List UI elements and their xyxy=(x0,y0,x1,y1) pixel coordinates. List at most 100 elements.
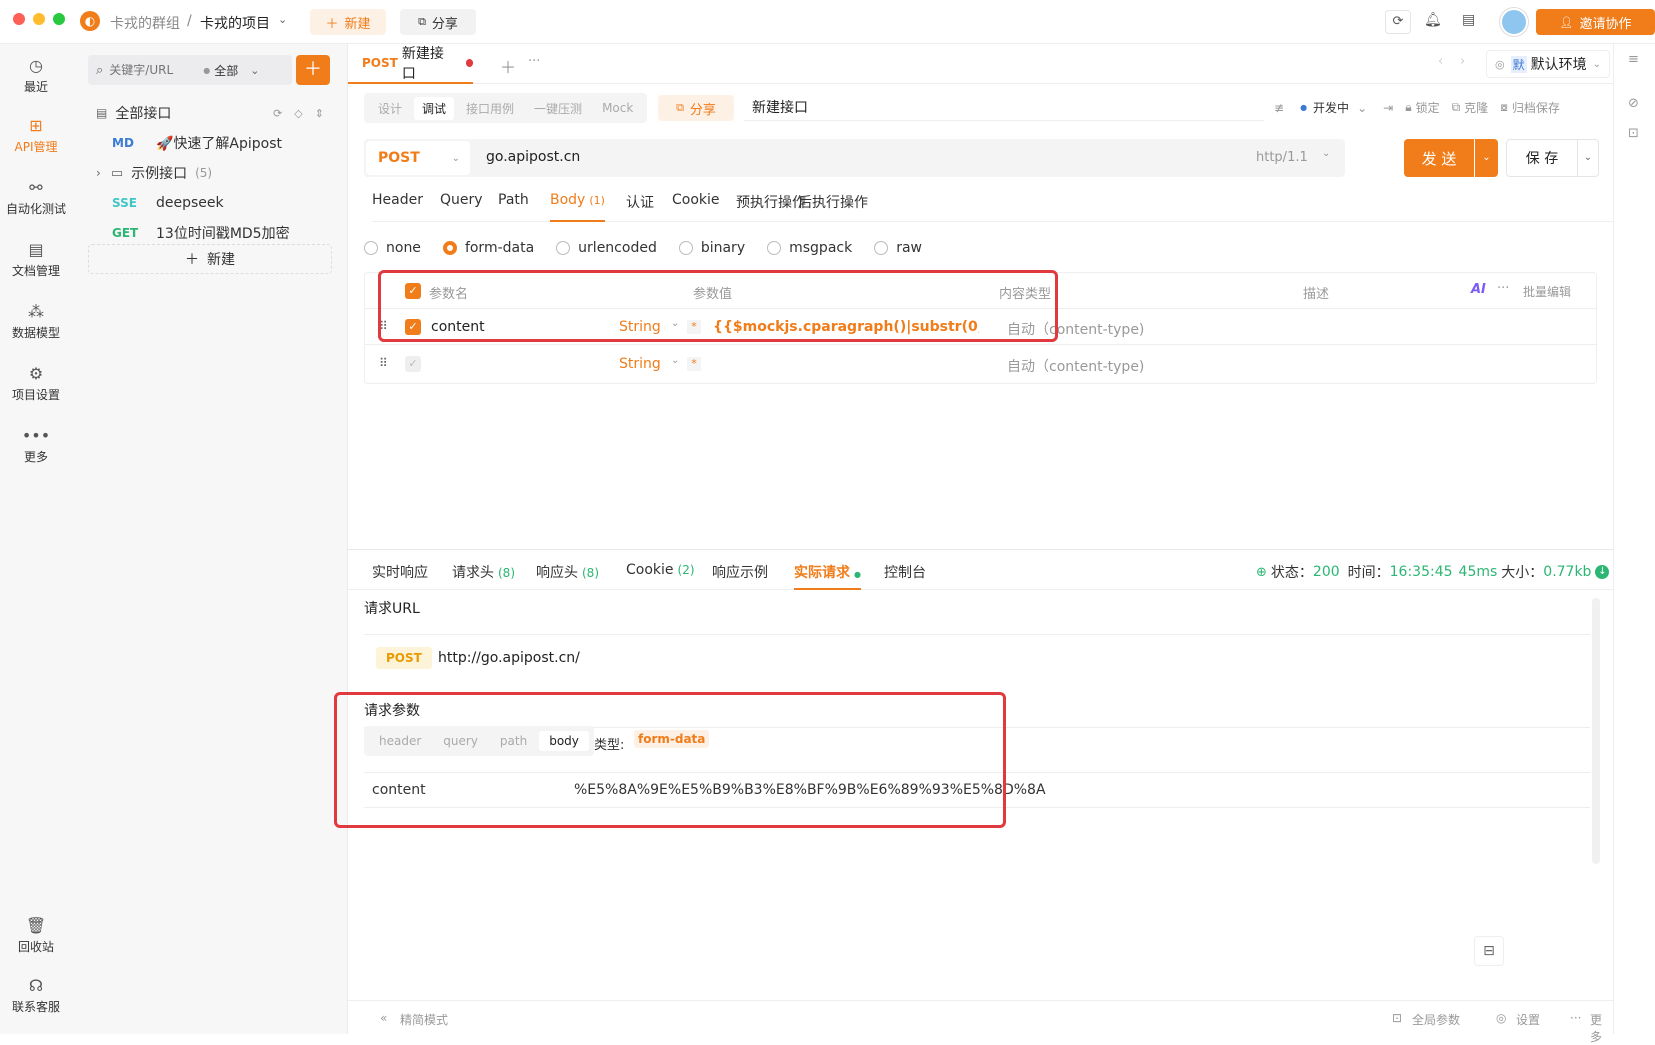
menu-icon[interactable]: ≡ xyxy=(1628,52,1639,67)
response-tab[interactable]: 控制台 xyxy=(884,562,926,590)
protocol-select[interactable]: http/1.1 xyxy=(1256,150,1308,165)
more-button[interactable]: 更多 xyxy=(1590,1011,1613,1045)
group-name[interactable]: 卡戎的群组 xyxy=(110,13,180,33)
scrollbar[interactable] xyxy=(1592,598,1600,864)
chevron-right-icon[interactable]: › xyxy=(96,166,101,180)
body-type-raw[interactable]: raw xyxy=(874,240,922,256)
request-tab[interactable]: 后执行操作 xyxy=(798,192,868,222)
response-tab[interactable]: 响应示例 xyxy=(712,562,768,590)
more-icon[interactable]: ··· xyxy=(528,54,540,69)
api-name-field[interactable]: 新建接口 xyxy=(744,95,1264,121)
tree-item[interactable]: MD 🚀快速了解Apipost xyxy=(72,128,348,158)
tree-root[interactable]: ▤ 全部接口 ⟳◇⇕ xyxy=(96,100,336,126)
body-type-urlencoded[interactable]: urlencoded xyxy=(556,240,657,256)
body-type-none[interactable]: none xyxy=(364,240,421,256)
body-type-form-data[interactable]: form-data xyxy=(442,240,534,256)
nav-settings[interactable]: ⚙ 项目设置 xyxy=(0,364,72,403)
response-tab[interactable]: 实际请求 ● xyxy=(794,562,861,590)
required-icon[interactable]: * xyxy=(687,357,701,371)
request-tab[interactable]: Path xyxy=(498,192,529,222)
project-name[interactable]: 卡戎的项目 xyxy=(200,13,270,33)
layout-icon[interactable]: ⊟ xyxy=(1474,936,1504,966)
method-select[interactable]: POST ⌄ xyxy=(366,141,470,175)
param-type-select[interactable]: String xyxy=(619,356,661,372)
new-button[interactable]: ＋新建 xyxy=(310,9,386,35)
request-tab[interactable]: Body (1) xyxy=(550,192,605,222)
bell-icon[interactable]: 🔔︎ xyxy=(1424,12,1442,28)
maximize-window-button[interactable] xyxy=(53,13,65,25)
request-tab[interactable]: Header xyxy=(372,192,423,222)
close-window-button[interactable] xyxy=(13,13,25,25)
clone-button[interactable]: 克隆 xyxy=(1464,99,1488,116)
request-tab[interactable]: Cookie xyxy=(672,192,720,222)
format-icon[interactable]: ≢ xyxy=(1274,101,1284,115)
chevron-down-icon[interactable]: ⌄ xyxy=(1357,101,1367,115)
mode-tab[interactable]: 调试 xyxy=(414,96,455,120)
filter-select[interactable]: 全部 xyxy=(214,62,238,79)
notes-icon[interactable]: ▤ xyxy=(1462,12,1475,28)
minimize-window-button[interactable] xyxy=(33,13,45,25)
body-type-binary[interactable]: binary xyxy=(678,240,745,256)
global-params-button[interactable]: 全局参数 xyxy=(1412,1011,1460,1028)
tree-folder[interactable]: › ▭ 示例接口 (5) xyxy=(72,158,348,188)
add-api-button[interactable]: ＋ xyxy=(296,55,330,85)
bulk-edit-button[interactable]: 批量编辑 xyxy=(1523,283,1571,300)
nav-doc[interactable]: ▤ 文档管理 xyxy=(0,240,72,279)
tree-item[interactable]: SSE deepseek xyxy=(72,188,348,218)
send-options-chevron-icon[interactable]: ⌄ xyxy=(1475,139,1498,177)
chevron-down-icon[interactable]: ⌄ xyxy=(1322,148,1330,159)
collapse-icon[interactable]: ⇥ xyxy=(1383,101,1393,115)
request-tab[interactable]: Query xyxy=(440,192,483,222)
save-button[interactable]: 保 存 xyxy=(1506,139,1578,177)
chevron-right-icon[interactable]: › xyxy=(1460,54,1465,69)
save-options-chevron-icon[interactable]: ⌄ xyxy=(1577,139,1599,177)
mode-tab[interactable]: 一键压测 xyxy=(526,97,590,120)
response-tab[interactable]: 实时响应 xyxy=(372,562,428,590)
response-tab[interactable]: Cookie (2) xyxy=(626,562,695,590)
tab-new-api[interactable]: POST 新建接口 xyxy=(348,44,473,84)
drag-handle-icon[interactable]: ⠿ xyxy=(379,356,388,370)
response-tab[interactable]: 请求头 (8) xyxy=(452,562,515,590)
snippet-icon[interactable]: ⊡ xyxy=(1628,126,1639,141)
archive-button[interactable]: 归档保存 xyxy=(1512,99,1560,116)
url-input[interactable]: go.apipost.cn xyxy=(486,149,580,165)
body-type-msgpack[interactable]: msgpack xyxy=(767,240,852,256)
chevron-down-icon[interactable]: ⌄ xyxy=(250,64,259,77)
nav-automation[interactable]: ⚯ 自动化测试 xyxy=(0,178,72,217)
settings-button[interactable]: 设置 xyxy=(1516,1011,1540,1028)
mode-tab[interactable]: 设计 xyxy=(370,97,410,120)
chevron-down-icon[interactable]: ⌄ xyxy=(278,13,287,26)
mode-tab[interactable]: 接口用例 xyxy=(458,97,522,120)
chevron-down-icon[interactable]: ⌄ xyxy=(671,355,679,366)
search-input[interactable] xyxy=(109,63,200,77)
request-tab[interactable]: 预执行操作 xyxy=(736,192,806,222)
search-box[interactable]: ⌕ ● 全部 ⌄ xyxy=(88,55,292,85)
nav-model[interactable]: ⁂ 数据模型 xyxy=(0,302,72,341)
tree-actions-icon[interactable]: ⟳◇⇕ xyxy=(273,107,336,120)
plus-icon[interactable]: ＋ xyxy=(500,54,516,78)
nav-clock[interactable]: ◷ 最近 xyxy=(0,56,72,95)
share-api-button[interactable]: ⧉ 分享 xyxy=(658,95,734,121)
sync-icon[interactable]: ⟳ xyxy=(1385,10,1411,34)
nav-headset[interactable]: ☊ 联系客服 xyxy=(0,976,72,1015)
lock-button[interactable]: 锁定 xyxy=(1416,99,1440,116)
nav-more[interactable]: ••• 更多 xyxy=(0,426,72,465)
content-type-input[interactable]: 自动（content-type) xyxy=(1007,356,1144,376)
code-icon[interactable]: ⊘ xyxy=(1628,96,1639,111)
mode-tab[interactable]: Mock xyxy=(594,98,641,118)
invite-button[interactable]: 👤︎ 邀请协作 xyxy=(1536,9,1655,35)
row-checkbox[interactable]: ✓ xyxy=(405,356,421,372)
share-button[interactable]: ⧉ 分享 xyxy=(400,9,476,35)
nav-api[interactable]: ⊞ API管理 xyxy=(0,116,72,155)
ai-icon[interactable]: AI xyxy=(1471,282,1486,297)
download-icon[interactable]: ↓ xyxy=(1595,565,1610,579)
response-tab[interactable]: 响应头 (8) xyxy=(536,562,599,590)
send-button[interactable]: 发 送 xyxy=(1404,139,1474,177)
environment-select[interactable]: ◎ 默 默认环境 ⌄ xyxy=(1486,50,1610,78)
chevron-left-icon[interactable]: ‹ xyxy=(1438,54,1443,69)
more-icon[interactable]: ··· xyxy=(1497,281,1509,296)
status-select[interactable]: 开发中 xyxy=(1313,99,1349,116)
nav-trash[interactable]: 🗑 回收站 xyxy=(0,916,72,955)
simple-mode-button[interactable]: 精简模式 xyxy=(400,1011,448,1028)
avatar[interactable] xyxy=(1500,8,1528,36)
